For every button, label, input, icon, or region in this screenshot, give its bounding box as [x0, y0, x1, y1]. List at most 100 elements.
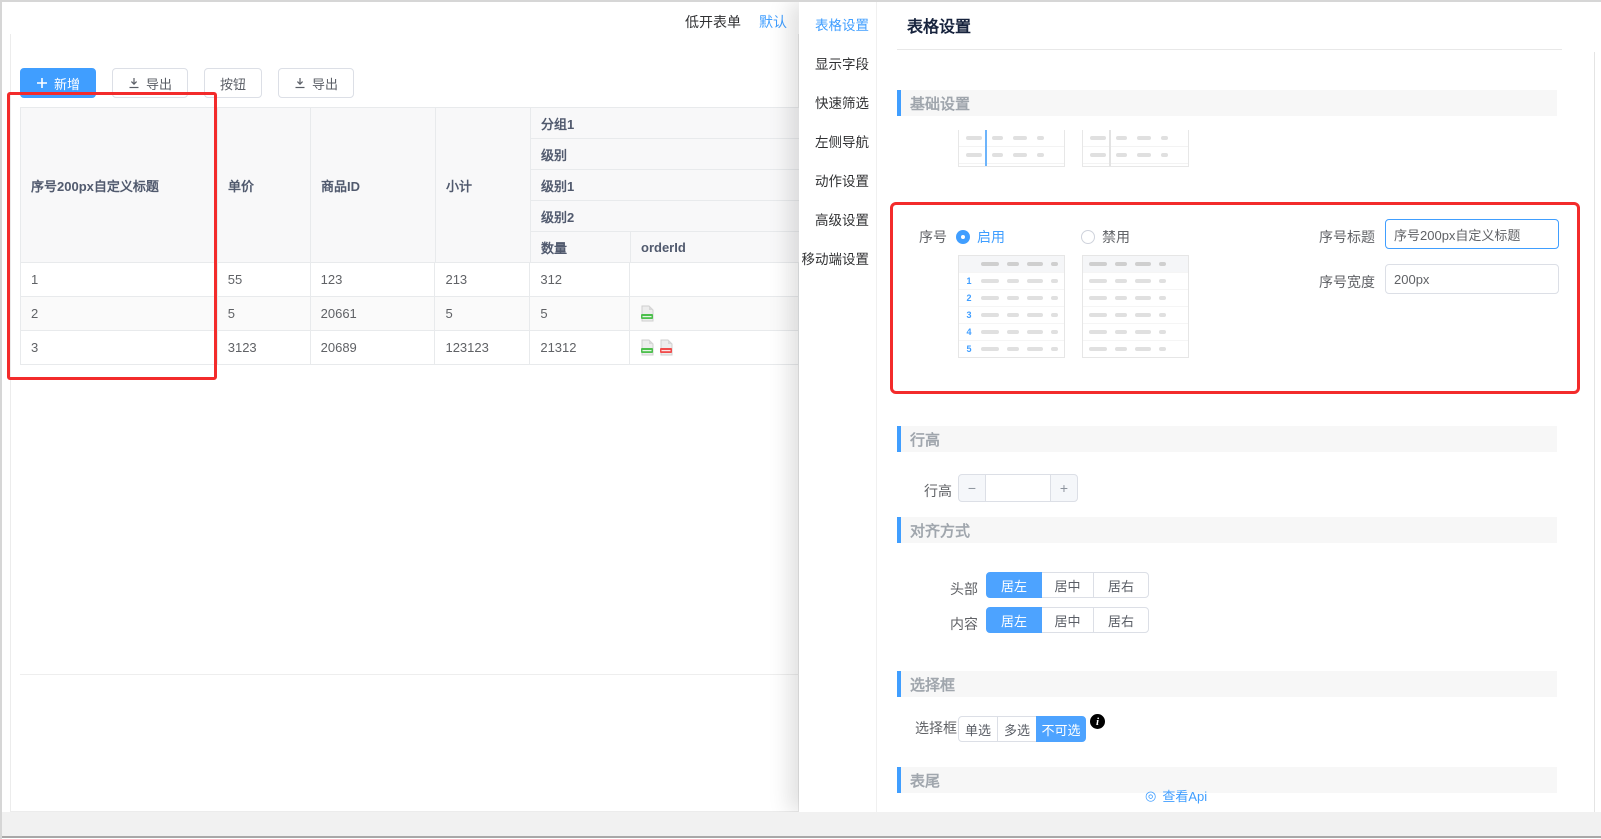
- align-content-segmented: 居左居中居右: [986, 607, 1149, 633]
- table-row[interactable]: 331232068912312321312: [21, 331, 799, 365]
- group-header[interactable]: 级别1: [531, 170, 800, 201]
- column-header[interactable]: orderId: [631, 232, 800, 263]
- column-header[interactable]: 商品ID: [311, 108, 436, 263]
- segment-option[interactable]: 不可选: [1036, 716, 1086, 742]
- thumb-row: 5: [959, 341, 1064, 358]
- seq-enable-radio[interactable]: 启用: [956, 227, 1005, 247]
- seq-disabled-preview[interactable]: [1082, 255, 1189, 358]
- order-id-cell: [630, 263, 799, 297]
- drawer-nav-item[interactable]: 动作设置: [799, 160, 876, 199]
- table-cell: 20689: [311, 331, 436, 365]
- thumb-row: 4: [959, 324, 1064, 341]
- table-row[interactable]: 252066155: [21, 297, 799, 331]
- row-height-label: 行高: [924, 481, 952, 501]
- segment-option[interactable]: 居右: [1093, 607, 1149, 633]
- preview-divider-line: [1109, 130, 1111, 167]
- table-cell: 5: [218, 297, 311, 331]
- add-button[interactable]: 新增: [20, 68, 96, 98]
- row-height-input[interactable]: [986, 474, 1050, 502]
- seq-title-input[interactable]: [1385, 219, 1559, 249]
- section-row-height: 行高: [897, 426, 1557, 452]
- selection-segmented: 单选多选不可选: [958, 716, 1086, 742]
- thumb-header-row: [959, 256, 1064, 273]
- stepper-plus-button[interactable]: +: [1050, 474, 1078, 502]
- thumb-row: 2: [959, 290, 1064, 307]
- drawer-nav-item[interactable]: 移动端设置: [799, 238, 876, 277]
- radio-unselected-icon: [1081, 230, 1095, 244]
- attachment-file-icon[interactable]: [659, 339, 674, 356]
- group-header[interactable]: 分组1: [531, 108, 800, 139]
- table-cell: 3: [21, 331, 218, 365]
- data-table: 序号200px自定义标题单价商品ID小计 分组1级别级别1级别2 数量order…: [20, 107, 799, 365]
- segment-option[interactable]: 居中: [1041, 607, 1094, 633]
- toolbar-button-3[interactable]: 导出: [278, 68, 354, 98]
- tab-default[interactable]: 默认: [759, 12, 787, 32]
- column-header[interactable]: 序号200px自定义标题: [21, 108, 218, 263]
- thumb-row: [1083, 307, 1188, 324]
- toolbar-button-2[interactable]: 按钮: [204, 68, 262, 98]
- table-cell: 2: [21, 297, 218, 331]
- seq-enabled-preview[interactable]: 12345: [958, 255, 1065, 358]
- table-cell: 213: [435, 263, 530, 297]
- toolbar-button-1[interactable]: 导出: [112, 68, 188, 98]
- align-header-segmented: 居左居中居右: [986, 572, 1149, 598]
- seq-label: 序号: [919, 227, 947, 247]
- seq-title-label: 序号标题: [1319, 227, 1375, 247]
- segment-option[interactable]: 居左: [986, 572, 1042, 598]
- drawer-nav: 表格设置显示字段快速筛选左侧导航动作设置高级设置移动端设置: [799, 2, 877, 812]
- seq-disable-radio[interactable]: 禁用: [1081, 227, 1130, 247]
- preview-divider-line: [985, 130, 987, 167]
- group-header[interactable]: 级别: [531, 139, 800, 170]
- segment-option[interactable]: 居右: [1093, 572, 1149, 598]
- button-label: 按钮: [220, 74, 246, 93]
- segment-option[interactable]: 单选: [958, 716, 998, 742]
- drawer-title-divider: [897, 49, 1562, 50]
- view-api-link[interactable]: 查看Api: [1145, 786, 1207, 805]
- stepper-minus-button[interactable]: −: [958, 474, 986, 502]
- info-icon[interactable]: i: [1090, 714, 1105, 729]
- drawer-nav-item[interactable]: 高级设置: [799, 199, 876, 238]
- toolbar: 新增导出按钮导出: [20, 68, 354, 98]
- attachment-file-icon[interactable]: [640, 339, 655, 356]
- thumb-header-row: [1083, 256, 1188, 273]
- screen: 低开表单 默认 新增导出按钮导出 序号200px自定义标题单价商品ID小计 分组…: [0, 0, 1601, 839]
- drawer-title: 表格设置: [907, 13, 971, 37]
- table-row[interactable]: 155123213312: [21, 263, 799, 297]
- view-api-label: 查看Api: [1162, 786, 1207, 805]
- seq-width-input[interactable]: [1385, 264, 1559, 294]
- attachment-file-icon[interactable]: [640, 305, 655, 322]
- seq-width-label: 序号宽度: [1319, 272, 1375, 292]
- seq-enable-label: 启用: [977, 227, 1005, 247]
- settings-drawer: 表格设置显示字段快速筛选左侧导航动作设置高级设置移动端设置 表格设置 基础设置 …: [799, 2, 1601, 812]
- column-header[interactable]: 单价: [218, 108, 311, 263]
- order-id-cell: [630, 297, 799, 331]
- seq-disable-label: 禁用: [1102, 227, 1130, 247]
- drawer-nav-item[interactable]: 显示字段: [799, 43, 876, 82]
- table-cell: 312: [530, 263, 630, 297]
- leaf-header-row: 数量orderId: [531, 232, 800, 263]
- thumb-row: [1083, 273, 1188, 290]
- group-header-rows: 分组1级别级别1级别2: [531, 108, 800, 232]
- section-basic-settings: 基础设置: [897, 90, 1557, 116]
- border-style-preview-2[interactable]: [1082, 130, 1189, 167]
- segment-option[interactable]: 多选: [997, 716, 1037, 742]
- drawer-scrollbar[interactable]: [1594, 52, 1595, 812]
- column-header[interactable]: 数量: [531, 232, 631, 263]
- segment-option[interactable]: 居中: [1041, 572, 1094, 598]
- thumb-row: [1083, 324, 1188, 341]
- table-cell: 1: [21, 263, 218, 297]
- group-header[interactable]: 级别2: [531, 201, 800, 232]
- table-cell: 20661: [311, 297, 436, 331]
- drawer-nav-item[interactable]: 快速筛选: [799, 82, 876, 121]
- column-header[interactable]: 小计: [436, 108, 531, 263]
- drawer-nav-item[interactable]: 左侧导航: [799, 121, 876, 160]
- thumb-row: [1083, 290, 1188, 307]
- button-label: 导出: [312, 74, 338, 93]
- table-cell: 55: [218, 263, 311, 297]
- tab-low-open-form[interactable]: 低开表单: [685, 12, 741, 32]
- order-id-cell: [630, 331, 799, 365]
- border-style-preview-1[interactable]: [958, 130, 1065, 167]
- table-cell: 123123: [435, 331, 530, 365]
- segment-option[interactable]: 居左: [986, 607, 1042, 633]
- drawer-nav-item[interactable]: 表格设置: [799, 4, 876, 43]
